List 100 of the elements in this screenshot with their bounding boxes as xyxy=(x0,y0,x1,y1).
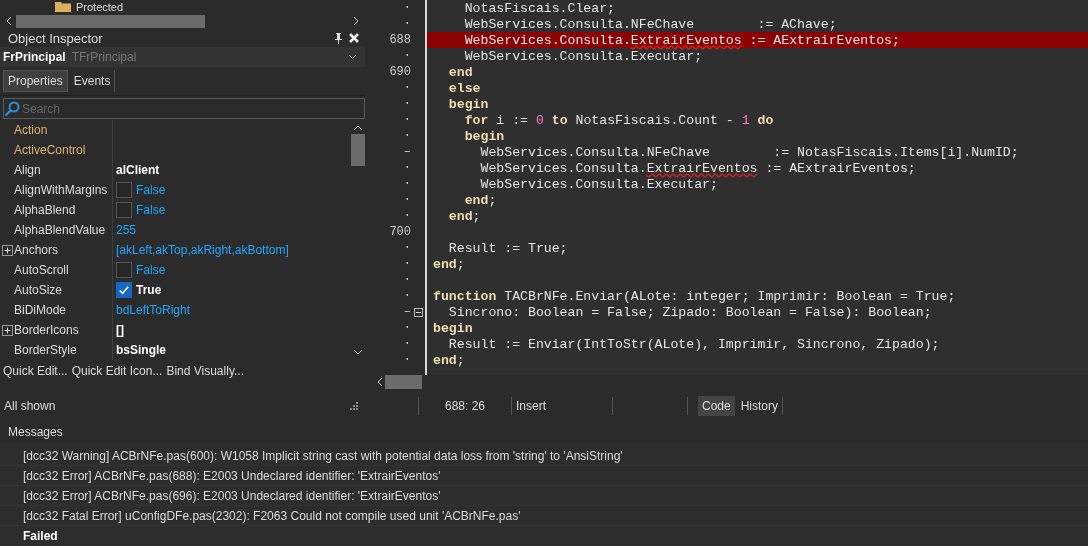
code-line: WebServices.Consulta.NFeChave := AChave; xyxy=(463,16,837,32)
message-line[interactable]: [dcc32 Warning] ACBrNFe.pas(600): W1058 Implicit string cast with potential data loss from 'string' to 'AnsiString' xyxy=(0,446,1088,466)
code-line: for i := 0 to NotasFiscais.Count - 1 do xyxy=(463,112,774,128)
code-line: Result := True; xyxy=(447,240,568,256)
code-line: WebServices.Consulta.NFeChave := NotasFiscais.Items[i].NumID; xyxy=(479,144,1019,160)
property-name[interactable]: BorderIcons xyxy=(14,323,79,337)
property-name[interactable]: AlignWithMargins xyxy=(14,183,108,197)
code-line: Result := Enviar(IntToStr(ALote), Imprimir, Sincrono, Zipado); xyxy=(447,336,940,352)
checkbox[interactable] xyxy=(116,182,132,198)
code-line: begin xyxy=(447,96,489,112)
message-line[interactable]: [dcc32 Error] ACBrNFe.pas(696): E2003 Undeclared identifier: 'ExtrairEventos' xyxy=(0,486,1088,506)
insert-mode: Insert xyxy=(515,399,547,414)
property-name[interactable]: AlphaBlend xyxy=(14,203,76,217)
scrollbar-thumb[interactable] xyxy=(16,14,205,28)
line-number: · xyxy=(403,81,411,95)
message-line[interactable]: [dcc32 Fatal Error] uConfigDFe.pas(2302): F2063 Could not compile used unit 'ACBrNFe.pas' xyxy=(0,506,1088,526)
inspector-tab[interactable]: Events xyxy=(69,70,116,92)
scrollbar-thumb[interactable] xyxy=(350,134,365,166)
code-line: end xyxy=(447,64,473,80)
tree-item[interactable]: Protected xyxy=(76,0,124,13)
message-line[interactable]: [dcc32 Error] ACBrNFe.pas(688): E2003 Undeclared identifier: 'ExtrairEventos' xyxy=(0,466,1088,486)
inspector-tab[interactable]: Properties xyxy=(3,70,68,92)
scroll-down-icon[interactable] xyxy=(352,349,363,355)
property-value[interactable]: [akLeft,akTop,akRight,akBottom] xyxy=(116,243,289,257)
line-number: · xyxy=(403,257,411,271)
code-line: begin xyxy=(463,128,505,144)
property-value[interactable]: alClient xyxy=(116,163,160,177)
line-number: · xyxy=(403,97,411,111)
scroll-left-icon[interactable] xyxy=(377,377,383,388)
line-number: · xyxy=(403,289,411,303)
code-line: WebServices.Consulta.ExtrairEventos := AExtrairEventos; xyxy=(463,32,900,48)
line-number: – xyxy=(403,145,411,159)
property-name[interactable]: Align xyxy=(14,163,41,177)
expand-icon[interactable] xyxy=(1,244,13,256)
code-line: WebServices.Consulta.Executar; xyxy=(463,48,703,64)
property-value[interactable]: bdLeftToRight xyxy=(116,303,191,317)
resize-grip-icon[interactable] xyxy=(350,402,358,411)
chevron-down-icon xyxy=(348,54,357,60)
expand-icon[interactable] xyxy=(1,324,13,336)
property-name[interactable]: AutoSize xyxy=(14,283,63,297)
property-name[interactable]: BorderStyle xyxy=(14,343,77,357)
property-value[interactable]: [] xyxy=(116,323,124,337)
line-number: · xyxy=(403,337,411,351)
scroll-left-icon[interactable] xyxy=(6,16,12,26)
property-value[interactable]: False xyxy=(136,263,166,277)
status-text: All shown xyxy=(4,399,57,414)
property-value[interactable]: True xyxy=(136,283,162,297)
line-number: · xyxy=(403,273,411,287)
search-field[interactable]: Search xyxy=(3,98,365,119)
line-number: · xyxy=(403,177,411,191)
view-tab[interactable]: History xyxy=(736,396,783,417)
fold-icon[interactable] xyxy=(413,307,423,317)
property-name[interactable]: Anchors xyxy=(14,243,59,257)
property-value[interactable]: bsSingle xyxy=(116,343,166,357)
line-number: · xyxy=(403,193,411,207)
property-value[interactable]: False xyxy=(136,203,166,217)
close-icon[interactable] xyxy=(349,33,359,43)
cursor-position: 688: 26 xyxy=(443,399,486,414)
code-line: function TACBrNFe.Enviar(ALote: integer; Imprimir: Boolean = True; xyxy=(433,288,956,304)
view-tab[interactable]: Code xyxy=(698,396,735,417)
line-number: · xyxy=(403,17,411,31)
line-number: · xyxy=(403,129,411,143)
line-number: · xyxy=(403,113,411,127)
object-selector[interactable]: FrPrincipal TFrPrincipal xyxy=(0,47,365,67)
scrollbar-thumb[interactable] xyxy=(385,375,422,390)
checkbox[interactable] xyxy=(116,262,132,278)
line-number: · xyxy=(403,209,411,223)
line-number: 690 xyxy=(389,65,411,79)
checkbox[interactable] xyxy=(116,282,132,298)
line-number: · xyxy=(403,1,411,15)
code-line: begin xyxy=(433,320,473,336)
code-line: end; xyxy=(433,256,465,272)
line-number: 700 xyxy=(389,225,411,239)
code-line: end; xyxy=(447,208,481,224)
property-name[interactable]: Action xyxy=(14,123,48,137)
quick-action-link[interactable]: Quick Edit... xyxy=(3,364,68,378)
build-result[interactable]: Failed xyxy=(0,526,1088,546)
code-line: NotasFiscais.Clear; xyxy=(463,0,616,16)
line-number: · xyxy=(403,49,411,63)
property-value[interactable]: 255 xyxy=(116,223,137,237)
property-name[interactable]: AlphaBlendValue xyxy=(14,223,106,237)
quick-action-link[interactable]: Quick Edit Icon... xyxy=(71,364,163,378)
code-line: end; xyxy=(463,192,497,208)
property-name[interactable]: ActiveControl xyxy=(14,143,86,157)
scroll-up-icon[interactable] xyxy=(352,125,363,131)
line-number: · xyxy=(403,321,411,335)
property-name[interactable]: AutoScroll xyxy=(14,263,69,277)
panel-title: Object Inspector xyxy=(8,30,103,46)
folder-icon xyxy=(55,1,71,12)
line-number: 688 xyxy=(389,33,411,47)
property-name[interactable]: BiDiMode xyxy=(14,303,67,317)
quick-action-link[interactable]: Bind Visually... xyxy=(166,364,244,378)
panel-title: Messages xyxy=(8,425,63,439)
property-value[interactable]: False xyxy=(136,183,166,197)
checkbox[interactable] xyxy=(116,202,132,218)
code-line: WebServices.Consulta.Executar; xyxy=(479,176,718,192)
pin-icon[interactable] xyxy=(334,32,343,44)
code-line: WebServices.Consulta.ExtrairEventos := AExtrairEventos; xyxy=(479,160,916,176)
line-number: – xyxy=(403,305,411,319)
scroll-right-icon[interactable] xyxy=(353,16,359,26)
